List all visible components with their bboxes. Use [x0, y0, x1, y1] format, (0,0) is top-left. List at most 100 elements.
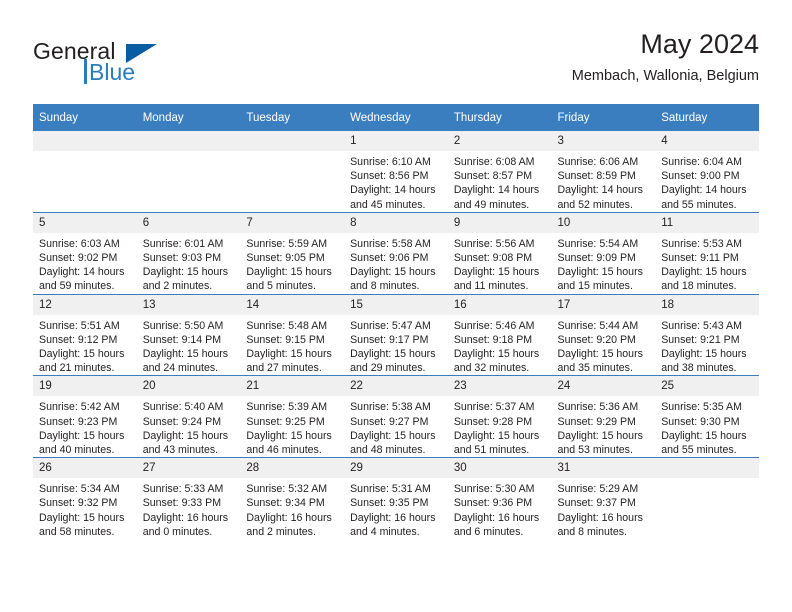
day-number: 7 [240, 212, 345, 233]
calendar-day-cell[interactable]: 5 Sunrise: 6:03 AM Sunset: 9:02 PM Daylight… [33, 211, 137, 295]
calendar-day-cell[interactable]: 11 Sunrise: 5:53 AM Sunset: 9:11 PM Dayligh… [655, 211, 759, 295]
calendar-day-cell-empty [136, 131, 241, 213]
day-detail-line: Daylight: 15 hours [661, 429, 747, 442]
calendar-day-cell[interactable]: 16 Sunrise: 5:46 AM Sunset: 9:18 PM Dayligh… [447, 293, 552, 376]
calendar-day-cell[interactable]: 22 Sunrise: 5:38 AM Sunset: 9:27 PM Dayligh… [344, 375, 448, 458]
calendar-week-row: 26 Sunrise: 5:34 AM Sunset: 9:32 PM Dayligh… [33, 457, 759, 540]
weekday-header-sunday: Sunday [33, 104, 137, 131]
calendar-day-cell[interactable]: 19 Sunrise: 5:42 AM Sunset: 9:23 PM Dayligh… [33, 375, 137, 458]
calendar-day-cell[interactable]: 13 Sunrise: 5:50 AM Sunset: 9:14 PM Dayligh… [136, 293, 241, 376]
calendar-day-cell[interactable]: 20 Sunrise: 5:40 AM Sunset: 9:24 PM Dayligh… [136, 375, 241, 458]
day-number: 8 [344, 212, 448, 233]
day-detail-line: Sunset: 9:08 PM [453, 252, 533, 265]
day-detail-line: and 51 minutes. [453, 444, 530, 457]
brand-logo[interactable]: General Blue [33, 38, 243, 94]
calendar-day-cell[interactable]: 28 Sunrise: 5:32 AM Sunset: 9:34 PM Dayligh… [240, 457, 345, 540]
calendar-day-cell[interactable]: 2 Sunrise: 6:08 AM Sunset: 8:57 PM Daylight… [447, 131, 552, 213]
day-detail-line: Daylight: 14 hours [39, 266, 125, 279]
day-number: 30 [447, 458, 552, 479]
page-header: General Blue May 2024 Membach, Wallonia,… [33, 28, 759, 98]
day-detail-body: Sunrise: 5:32 AM Sunset: 9:34 PM Daylight:… [240, 478, 344, 539]
day-detail-line: Sunrise: 5:54 AM [557, 237, 639, 250]
day-detail-line: Daylight: 15 hours [661, 266, 747, 279]
weekday-header-saturday: Saturday [655, 104, 759, 131]
day-detail-line: Sunset: 9:25 PM [246, 415, 325, 428]
calendar-day-cell[interactable]: 4 Sunrise: 6:04 AM Sunset: 9:00 PM Daylight… [655, 131, 759, 213]
day-detail-line: and 21 minutes. [39, 362, 115, 375]
day-detail-line: Sunrise: 5:58 AM [350, 237, 431, 250]
calendar-day-cell[interactable]: 30 Sunrise: 5:30 AM Sunset: 9:36 PM Dayligh… [447, 457, 552, 540]
day-detail-line: Daylight: 16 hours [142, 511, 229, 524]
calendar-day-cell[interactable]: 8 Sunrise: 5:58 AM Sunset: 9:06 PM Daylight… [344, 211, 448, 295]
day-detail-line: Sunset: 9:21 PM [661, 333, 740, 346]
day-detail-line: and 2 minutes. [142, 280, 213, 293]
calendar-day-cell[interactable]: 24 Sunrise: 5:36 AM Sunset: 9:29 PM Dayligh… [551, 375, 656, 458]
weekday-header-thursday: Thursday [447, 104, 552, 131]
calendar-day-cell[interactable]: 23 Sunrise: 5:37 AM Sunset: 9:28 PM Dayligh… [447, 375, 552, 458]
day-detail-line: and 32 minutes. [453, 362, 530, 375]
calendar-day-cell[interactable]: 21 Sunrise: 5:39 AM Sunset: 9:25 PM Dayligh… [240, 375, 345, 458]
day-detail-body: Sunrise: 5:29 AM Sunset: 9:37 PM Daylight:… [552, 478, 656, 539]
day-detail-line: Sunset: 9:35 PM [350, 497, 429, 510]
day-detail-line: and 49 minutes. [453, 198, 530, 211]
day-detail-line: and 0 minutes. [142, 525, 213, 538]
day-number: 16 [447, 294, 552, 315]
calendar-day-cell[interactable]: 14 Sunrise: 5:48 AM Sunset: 9:15 PM Dayligh… [240, 293, 345, 376]
calendar-day-cell[interactable]: 15 Sunrise: 5:47 AM Sunset: 9:17 PM Dayligh… [344, 293, 448, 376]
calendar-day-cell[interactable]: 25 Sunrise: 5:35 AM Sunset: 9:30 PM Dayligh… [655, 375, 759, 458]
day-number: 25 [655, 376, 759, 397]
day-detail-line: Sunrise: 5:36 AM [557, 401, 639, 414]
day-detail-body: Sunrise: 5:43 AM Sunset: 9:21 PM Daylight:… [655, 315, 759, 376]
day-detail-line: Daylight: 16 hours [350, 511, 436, 524]
day-number: 3 [551, 131, 656, 151]
calendar-day-cell[interactable]: 27 Sunrise: 5:33 AM Sunset: 9:33 PM Dayligh… [136, 457, 241, 540]
calendar-day-cell[interactable]: 17 Sunrise: 5:44 AM Sunset: 9:20 PM Dayligh… [551, 293, 656, 376]
day-detail-line: and 6 minutes. [453, 525, 524, 538]
day-number: 1 [344, 131, 448, 151]
day-detail-body: Sunrise: 5:33 AM Sunset: 9:33 PM Daylight:… [137, 478, 241, 539]
calendar-day-cell[interactable]: 6 Sunrise: 6:01 AM Sunset: 9:03 PM Daylight… [136, 211, 241, 295]
day-detail-line: Sunset: 9:24 PM [142, 415, 222, 428]
day-detail-body: Sunrise: 5:54 AM Sunset: 9:09 PM Daylight:… [552, 233, 656, 294]
calendar-day-cell[interactable]: 31 Sunrise: 5:29 AM Sunset: 9:37 PM Dayligh… [551, 457, 656, 540]
calendar-day-cell[interactable]: 18 Sunrise: 5:43 AM Sunset: 9:21 PM Dayligh… [655, 293, 759, 376]
day-number: 17 [551, 294, 656, 315]
calendar-day-cell[interactable]: 1 Sunrise: 6:10 AM Sunset: 8:56 PM Daylight… [344, 131, 448, 213]
title-block: May 2024 Membach, Wallonia, Belgium [572, 28, 759, 86]
day-number: 29 [344, 458, 448, 479]
day-detail-body: Sunrise: 5:58 AM Sunset: 9:06 PM Daylight:… [344, 233, 448, 294]
day-detail-line: Sunrise: 6:01 AM [142, 237, 224, 250]
day-detail-body: Sunrise: 5:47 AM Sunset: 9:17 PM Daylight:… [344, 315, 448, 376]
day-detail-line: Sunrise: 5:29 AM [557, 483, 639, 496]
day-detail-line: Sunset: 8:56 PM [350, 170, 429, 183]
calendar-day-cell[interactable]: 10 Sunrise: 5:54 AM Sunset: 9:09 PM Dayligh… [551, 211, 656, 295]
day-detail-line: Sunrise: 5:51 AM [39, 319, 120, 332]
day-detail-line: Sunrise: 6:03 AM [39, 237, 120, 250]
day-detail-line: and 58 minutes. [39, 525, 115, 538]
calendar-day-cell[interactable]: 9 Sunrise: 5:56 AM Sunset: 9:08 PM Daylight… [447, 211, 552, 295]
calendar-day-cell[interactable]: 26 Sunrise: 5:34 AM Sunset: 9:32 PM Dayligh… [33, 457, 137, 540]
day-detail-line: Sunrise: 5:39 AM [246, 401, 328, 414]
calendar-day-cell[interactable]: 3 Sunrise: 6:06 AM Sunset: 8:59 PM Daylight… [551, 131, 656, 213]
day-detail-line: Sunrise: 5:40 AM [142, 401, 224, 414]
day-number: 15 [344, 294, 448, 315]
day-detail-line: Sunset: 8:57 PM [453, 170, 533, 183]
calendar-day-cell-empty [655, 457, 759, 540]
day-number: 24 [551, 376, 656, 397]
calendar-week-row: 19 Sunrise: 5:42 AM Sunset: 9:23 PM Dayligh… [33, 375, 759, 458]
day-detail-body: Sunrise: 6:01 AM Sunset: 9:03 PM Daylight:… [137, 233, 241, 294]
day-detail-body: Sunrise: 5:51 AM Sunset: 9:12 PM Daylight:… [33, 315, 137, 376]
day-detail-line: Sunrise: 5:47 AM [350, 319, 431, 332]
calendar-day-cell[interactable]: 7 Sunrise: 5:59 AM Sunset: 9:05 PM Daylight… [240, 211, 345, 295]
calendar-day-cell[interactable]: 29 Sunrise: 5:31 AM Sunset: 9:35 PM Dayligh… [344, 457, 448, 540]
calendar-day-cell[interactable]: 12 Sunrise: 5:51 AM Sunset: 9:12 PM Dayligh… [33, 293, 137, 376]
day-detail-line: Daylight: 14 hours [453, 184, 540, 197]
day-detail-line: and 40 minutes. [39, 444, 115, 457]
day-number: 19 [33, 376, 137, 397]
day-detail-line: and 27 minutes. [246, 362, 322, 375]
day-detail-body [137, 151, 241, 155]
calendar-day-cell-empty [240, 131, 345, 213]
day-detail-line: Sunset: 9:32 PM [39, 497, 118, 510]
day-number: 23 [447, 376, 552, 397]
day-number: 22 [344, 376, 448, 397]
